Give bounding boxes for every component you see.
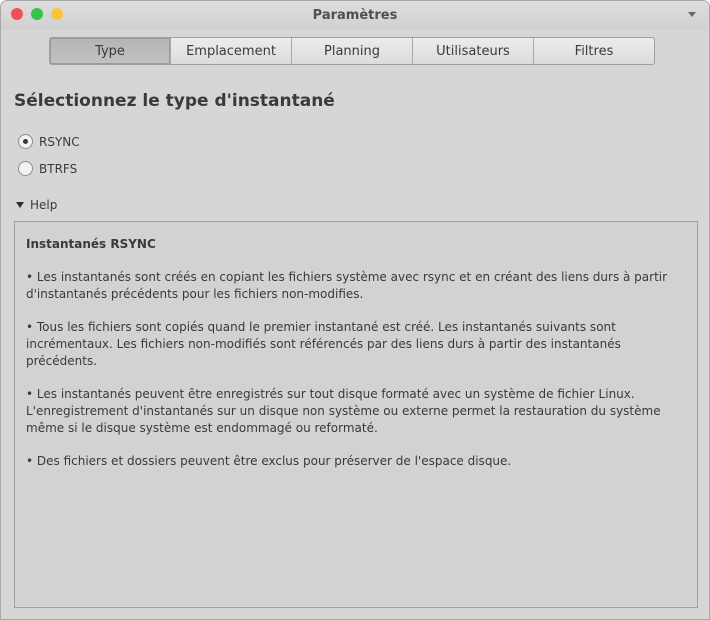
tab-utilisateurs[interactable]: Utilisateurs [413, 38, 534, 64]
tab-emplacement[interactable]: Emplacement [171, 38, 292, 64]
help-paragraph: • Des fichiers et dossiers peuvent être … [26, 454, 512, 468]
radio-selected-dot-icon [23, 139, 28, 144]
radio-label-btrfs[interactable]: BTRFS [39, 162, 77, 176]
radio-button-rsync[interactable] [18, 134, 33, 149]
radio-label-rsync[interactable]: RSYNC [39, 135, 80, 149]
help-paragraph: • Les instantanés peuvent être enregistr… [26, 387, 661, 435]
help-paragraph: • Les instantanés sont créés en copiant … [26, 270, 668, 301]
tab-bar: Type Emplacement Planning Utilisateurs F… [49, 37, 655, 65]
settings-window: Paramètres Type Emplacement Planning Uti… [0, 0, 710, 620]
tab-planning[interactable]: Planning [292, 38, 413, 64]
help-expander[interactable]: Help [16, 198, 57, 212]
page-title: Sélectionnez le type d'instantané [14, 91, 335, 111]
radio-button-btrfs[interactable] [18, 161, 33, 176]
help-expander-label[interactable]: Help [30, 198, 57, 212]
window-menu-arrow-icon[interactable] [688, 12, 696, 17]
expander-down-triangle-icon [16, 202, 24, 208]
title-bar: Paramètres [1, 1, 709, 30]
help-text-panel: Instantanés RSYNC • Les instantanés sont… [14, 221, 698, 608]
radio-option-rsync[interactable]: RSYNC [18, 134, 80, 149]
tab-filtres[interactable]: Filtres [534, 38, 654, 64]
radio-option-btrfs[interactable]: BTRFS [18, 161, 77, 176]
help-paragraph: • Tous les fichiers sont copiés quand le… [26, 320, 621, 368]
help-title: Instantanés RSYNC [26, 237, 156, 251]
tab-type[interactable]: Type [50, 38, 171, 64]
window-title: Paramètres [312, 8, 398, 23]
